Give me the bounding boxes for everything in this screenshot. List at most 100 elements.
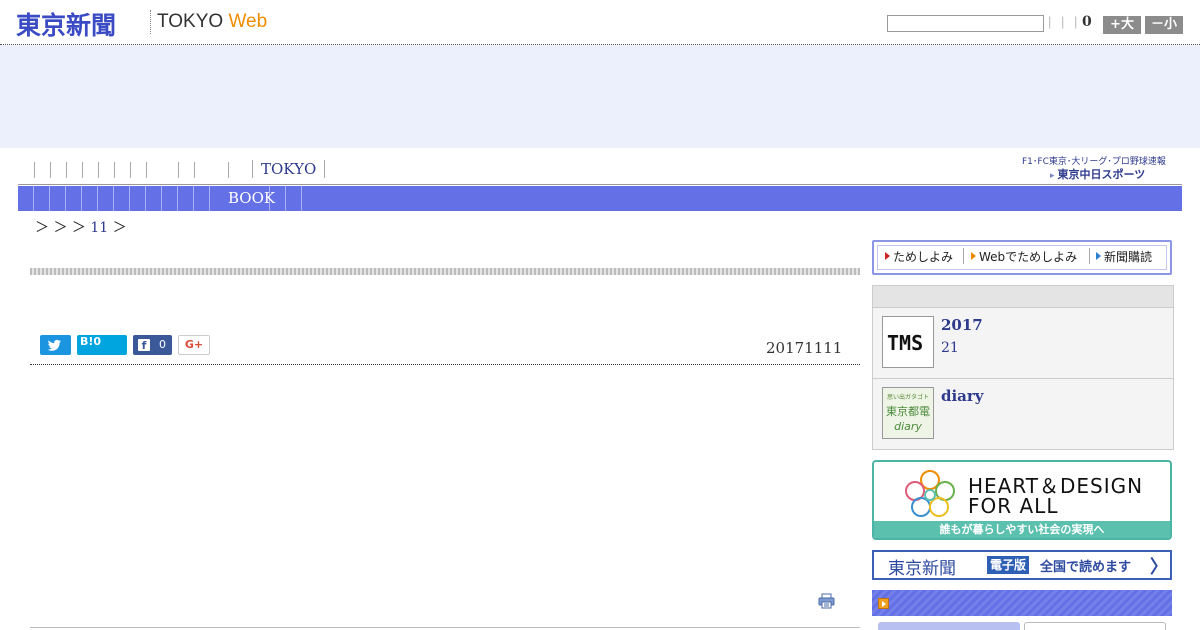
section-nav-item[interactable]: [114, 186, 130, 211]
twitter-share-button[interactable]: [40, 335, 71, 355]
subscription-links-box: ためしよみ Webでためしよみ 新聞購読: [872, 240, 1172, 275]
epaper-text: 全国で読めます: [1040, 560, 1132, 575]
web-trial-read-label: Webでためしよみ: [979, 250, 1078, 264]
chunichi-sports-label: 東京中日スポーツ: [1057, 168, 1146, 181]
section-nav-item[interactable]: [18, 186, 34, 211]
section-nav-item[interactable]: [34, 186, 50, 211]
flower-logo-icon: [905, 470, 955, 517]
subscribe-label: 新聞購読: [1104, 250, 1153, 264]
font-bigger-button[interactable]: +大: [1103, 16, 1141, 34]
epaper-logo: 東京新聞: [888, 559, 956, 579]
google-plus-share-button[interactable]: G+: [178, 335, 210, 355]
nav-item-tokyo[interactable]: TOKYO: [252, 160, 326, 178]
font-size-value: 0: [1082, 14, 1092, 30]
epaper-badge: 電子版: [987, 556, 1030, 574]
trial-read-label: ためしよみ: [893, 250, 954, 264]
epaper-banner[interactable]: 東京新聞 電子版 全国で読めます 〉: [872, 550, 1172, 580]
print-icon[interactable]: [818, 593, 835, 609]
heart-design-banner[interactable]: HEART＆DESIGN FOR ALL 誰もが暮らしやすい社会の実現へ: [872, 460, 1172, 540]
chunichi-sports-link[interactable]: ▸ 東京中日スポーツ: [1050, 166, 1145, 182]
section-navigation: BOOK: [18, 186, 1182, 211]
heart-design-footer: 誰もが暮らしやすい社会の実現へ: [874, 521, 1170, 538]
top-navigation: TOKYO: [18, 158, 1182, 185]
section-nav-item[interactable]: [98, 186, 114, 211]
sidebar-feature-panel: TMS 2017 21 思い出ガタゴト 東京都電 diary diary: [872, 285, 1174, 450]
section-nav-item[interactable]: [194, 186, 210, 211]
logo-divider: [150, 10, 151, 34]
hatena-bookmark-button[interactable]: B!0: [77, 335, 127, 355]
tms-logo: TMS: [887, 331, 924, 355]
section-nav-item[interactable]: [178, 186, 194, 211]
subscribe-link[interactable]: 新聞購読: [1096, 248, 1152, 265]
facebook-share-button[interactable]: f 0: [133, 335, 172, 355]
article-divider: [30, 364, 860, 365]
search-input[interactable]: [887, 15, 1044, 32]
nav-item[interactable]: [98, 162, 99, 178]
nav-item[interactable]: [194, 162, 195, 178]
feature-title[interactable]: diary: [941, 387, 984, 405]
sidebar-feature-item[interactable]: 思い出ガタゴト 東京都電 diary diary: [873, 379, 1173, 450]
logo-web-text: Web: [228, 11, 268, 32]
nav-item[interactable]: [130, 162, 131, 178]
divider: [963, 248, 964, 264]
nav-item[interactable]: [178, 162, 179, 178]
hatena-count: 0: [93, 335, 102, 348]
hatena-icon: B!: [80, 335, 94, 348]
tms-thumbnail[interactable]: TMS: [882, 316, 934, 368]
nav-item[interactable]: [82, 162, 83, 178]
article-bottom-divider: [30, 627, 860, 628]
breadcrumb-suffix: ＞: [112, 220, 127, 236]
facebook-count: 0: [159, 338, 166, 351]
site-header: 東京新聞 TOKYO Web | | | 0 +大 －小: [0, 0, 1200, 45]
article-date: 20171111: [766, 339, 843, 357]
section-nav-item[interactable]: [286, 186, 302, 211]
sidebar-panel-header: [873, 286, 1173, 308]
sidebar-tab[interactable]: [1024, 622, 1166, 630]
nav-item[interactable]: [228, 162, 229, 178]
chevron-right-icon: 〉: [1150, 557, 1168, 578]
diary-thumb-word: diary: [894, 420, 922, 433]
breadcrumb: ＞ ＞ ＞ 11 ＞: [35, 217, 127, 237]
tokyo-web-logo[interactable]: TOKYO Web: [157, 11, 267, 33]
play-icon: [878, 598, 889, 609]
divider: [1089, 248, 1090, 264]
nav-item[interactable]: [114, 162, 115, 178]
section-nav-book-label[interactable]: BOOK: [228, 189, 275, 207]
section-nav-item[interactable]: [162, 186, 178, 211]
diary-thumb-title: 東京都電: [886, 405, 930, 418]
breadcrumb-link[interactable]: 11: [90, 220, 108, 236]
font-smaller-button[interactable]: －小: [1145, 16, 1183, 34]
arrow-right-icon: ▸: [1050, 171, 1055, 181]
logo-tokyo-text: TOKYO: [157, 11, 224, 32]
nav-item[interactable]: [34, 162, 35, 178]
nav-item[interactable]: [66, 162, 67, 178]
header-separators: | | |: [1048, 14, 1081, 29]
twitter-icon: [47, 339, 61, 351]
feature-title[interactable]: 2017: [941, 316, 983, 334]
nav-item[interactable]: [146, 162, 147, 178]
arrow-right-icon: [1096, 252, 1101, 260]
web-trial-read-link[interactable]: Webでためしよみ: [971, 248, 1077, 265]
arrow-right-icon: [885, 252, 890, 260]
diary-thumb-top: 思い出ガタゴト: [886, 394, 929, 401]
section-nav-item[interactable]: [50, 186, 66, 211]
section-nav-item[interactable]: [146, 186, 162, 211]
trial-read-link[interactable]: ためしよみ: [885, 248, 953, 265]
sidebar-section-header: [872, 590, 1172, 616]
section-nav-item[interactable]: [130, 186, 146, 211]
breadcrumb-prefix: ＞ ＞ ＞: [35, 220, 86, 236]
toden-diary-thumbnail[interactable]: 思い出ガタゴト 東京都電 diary: [882, 387, 934, 439]
tokyo-shimbun-logo[interactable]: 東京新聞: [16, 6, 116, 42]
ad-banner-area: [0, 45, 1200, 148]
nav-item[interactable]: [50, 162, 51, 178]
facebook-icon: f: [138, 339, 150, 352]
section-nav-item[interactable]: [82, 186, 98, 211]
section-nav-item[interactable]: [66, 186, 82, 211]
section-nav-item[interactable]: [270, 186, 286, 211]
sidebar-tab-active[interactable]: [878, 622, 1020, 630]
feature-subtitle[interactable]: 21: [941, 340, 959, 356]
article-title-bar: [30, 268, 860, 275]
heart-design-subtitle: FOR ALL: [968, 494, 1059, 518]
arrow-right-icon: [971, 252, 976, 260]
sidebar-feature-item[interactable]: TMS 2017 21: [873, 308, 1173, 379]
